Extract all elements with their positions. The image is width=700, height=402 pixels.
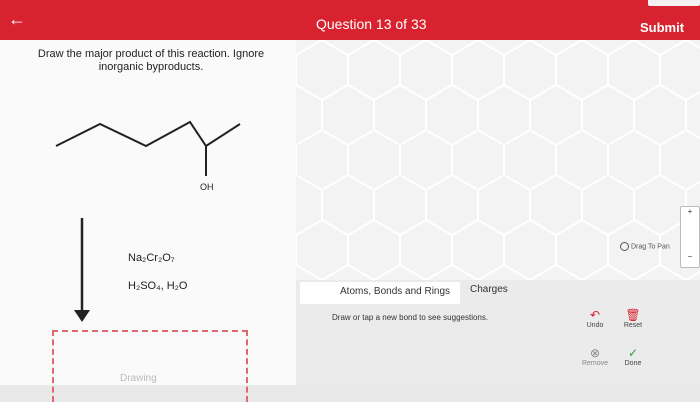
check-circle-icon: ✓ (627, 346, 639, 360)
reading-tab[interactable] (648, 0, 700, 6)
reagent-line-2: H₂SO₄, H₂O (128, 280, 188, 292)
zoom-in-icon[interactable]: + (681, 207, 699, 216)
undo-button[interactable]: ↶ Undo (578, 308, 612, 329)
undo-icon: ↶ (589, 308, 601, 322)
answer-drawing-box[interactable] (52, 330, 248, 402)
zoom-control[interactable]: + − (680, 206, 700, 268)
back-arrow-icon[interactable]: ← (8, 8, 28, 30)
reaction-arrow-icon (74, 218, 90, 322)
tab-atoms-bonds-rings-label: Atoms, Bonds and Rings (340, 286, 451, 297)
done-button[interactable]: ✓ Done (616, 346, 650, 367)
editor-hint: Draw or tap a new bond to see suggestion… (332, 313, 489, 322)
reactant-structure (55, 120, 241, 176)
done-label: Done (624, 360, 642, 367)
reagent-line-1: Na₂Cr₂O₇ (128, 252, 175, 264)
undo-label: Undo (586, 322, 604, 329)
reset-label: Reset (623, 322, 643, 329)
drag-pan-label: Drag To Pan (630, 243, 670, 251)
question-prompt: Draw the major product of this reaction.… (37, 48, 265, 73)
drag-pan-control[interactable]: Drag To Pan (620, 242, 670, 251)
question-label: Question 13 of 33 (316, 16, 427, 32)
top-bar: ← Question 13 of 33 Submit (0, 0, 700, 40)
tab-charges-label[interactable]: Charges (470, 284, 508, 295)
reset-button[interactable]: 🗑 Reset (616, 308, 650, 329)
remove-icon: ⊗ (589, 346, 601, 360)
drawing-label: Drawing (120, 373, 157, 384)
drag-pan-icon (620, 242, 629, 251)
remove-label: Remove (581, 360, 609, 367)
oh-label: OH (200, 182, 214, 192)
trash-icon: 🗑 (625, 308, 641, 322)
submit-button[interactable]: Submit (640, 20, 684, 35)
zoom-out-icon[interactable]: − (681, 252, 699, 261)
remove-button[interactable]: ⊗ Remove (578, 346, 612, 367)
